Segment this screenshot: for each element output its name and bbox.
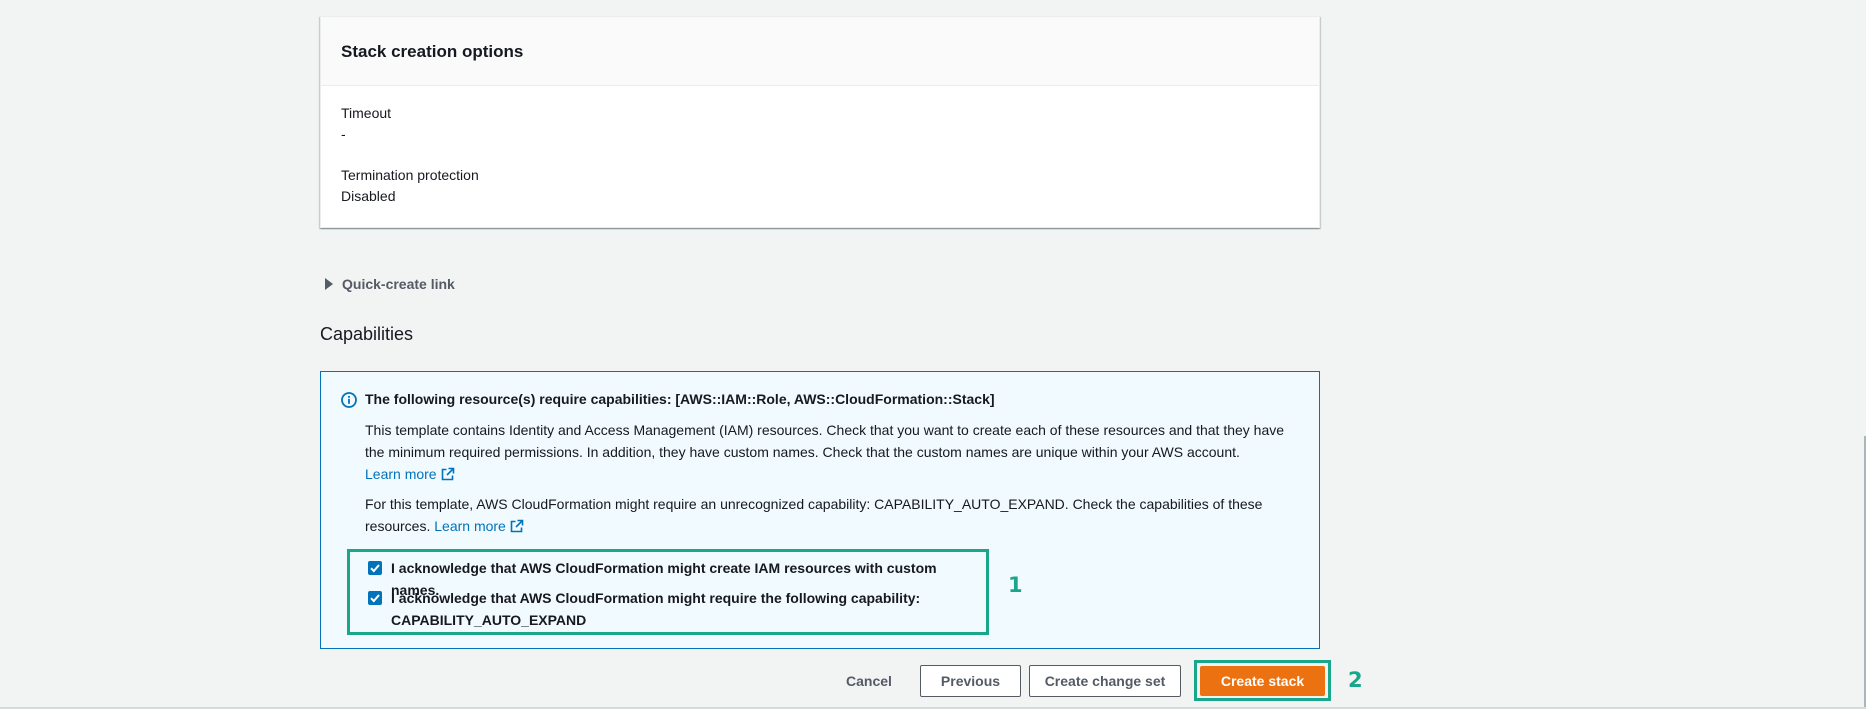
ack-auto-expand[interactable]: I acknowledge that AWS CloudFormation mi… <box>368 587 920 631</box>
panel-body: Timeout - Termination protection Disable… <box>321 86 1319 207</box>
termination-protection-value: Disabled <box>341 188 396 204</box>
ack-iam-checkbox[interactable] <box>368 561 382 575</box>
ack-auto-expand-label: I acknowledge that AWS CloudFormation mi… <box>391 587 920 631</box>
ack-auto-expand-label-line1: I acknowledge that AWS CloudFormation mi… <box>391 590 921 606</box>
termination-protection-label: Termination protection <box>341 167 479 183</box>
ack-auto-expand-checkbox[interactable] <box>368 591 382 605</box>
alert-body: This template contains Identity and Acce… <box>365 419 1300 545</box>
ack-auto-expand-label-line2: CAPABILITY_AUTO_EXPAND <box>391 612 587 628</box>
step-marker-1: 1 <box>1008 573 1023 597</box>
learn-more-link-iam-label: Learn more <box>365 466 437 482</box>
checkmark-icon <box>370 594 380 603</box>
alert-title: The following resource(s) require capabi… <box>365 391 995 407</box>
create-change-set-button[interactable]: Create change set <box>1029 665 1181 697</box>
capabilities-heading: Capabilities <box>320 324 414 344</box>
termination-protection-field: Termination protection Disabled <box>341 165 1299 207</box>
step-marker-2: 2 <box>1348 668 1363 692</box>
capabilities-info-alert: The following resource(s) require capabi… <box>320 371 1320 649</box>
timeout-label: Timeout <box>341 105 392 121</box>
stack-creation-options-panel: Stack creation options Timeout - Termina… <box>320 16 1320 228</box>
previous-button[interactable]: Previous <box>920 665 1021 697</box>
external-link-icon <box>510 519 524 533</box>
acknowledgement-highlight-box: I acknowledge that AWS CloudFormation mi… <box>347 549 989 635</box>
panel-header: Stack creation options <box>321 17 1319 86</box>
learn-more-link-iam[interactable]: Learn more <box>365 466 455 482</box>
cancel-button[interactable]: Cancel <box>836 665 902 697</box>
create-stack-button[interactable]: Create stack <box>1200 666 1325 696</box>
quick-create-link-label: Quick-create link <box>342 276 455 292</box>
panel-title: Stack creation options <box>341 42 524 61</box>
external-link-icon <box>441 467 454 481</box>
learn-more-link-auto-expand-label: Learn more <box>434 518 506 534</box>
quick-create-link-expander[interactable]: Quick-create link <box>325 276 455 292</box>
alert-paragraph-iam: This template contains Identity and Acce… <box>365 419 1300 485</box>
learn-more-link-auto-expand[interactable]: Learn more <box>434 518 524 534</box>
caret-right-icon <box>325 278 333 290</box>
info-icon <box>341 392 357 408</box>
alert-paragraph-iam-text: This template contains Identity and Acce… <box>365 422 1285 460</box>
alert-paragraph-auto-expand: For this template, AWS CloudFormation mi… <box>365 493 1300 537</box>
timeout-value: - <box>341 126 346 142</box>
timeout-field: Timeout - <box>341 103 1299 145</box>
checkmark-icon <box>370 564 380 573</box>
